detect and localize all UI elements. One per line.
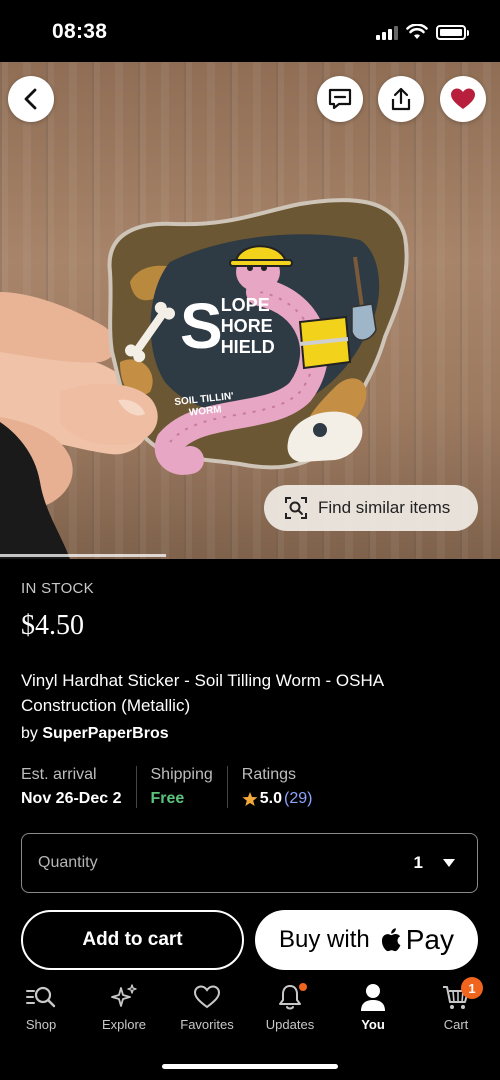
rating-count: (29) — [284, 790, 313, 807]
wifi-icon — [406, 24, 428, 39]
shipping-label: Shipping — [150, 766, 213, 783]
chevron-left-icon — [24, 88, 37, 110]
visual-search-icon — [285, 497, 307, 519]
star-icon — [242, 792, 258, 806]
tab-favorites[interactable]: Favorites — [167, 981, 247, 1032]
status-icons — [376, 24, 469, 40]
back-button[interactable] — [8, 76, 54, 122]
seller-line: by SuperPaperBros — [21, 725, 169, 743]
cart-count-badge: 1 — [461, 977, 483, 999]
sticker-logo-text: S LOPE HORE HIELD — [180, 294, 275, 358]
status-time: 08:38 — [52, 20, 108, 43]
quantity-value: 1 — [413, 853, 423, 872]
seller-name-link[interactable]: SuperPaperBros — [42, 725, 168, 742]
sticker-word-hield: HIELD — [220, 336, 275, 357]
status-bar: 08:38 — [0, 0, 500, 62]
heart-filled-icon — [451, 88, 475, 109]
arrival-label: Est. arrival — [21, 766, 97, 783]
share-button[interactable] — [378, 76, 424, 122]
sticker-word-lope: LOPE — [220, 294, 270, 315]
tab-updates[interactable]: Updates — [250, 981, 330, 1032]
heart-icon — [193, 985, 221, 1009]
ratings-info[interactable]: Ratings 5.0 (29) — [226, 766, 327, 808]
seller-prefix: by — [21, 725, 43, 742]
battery-icon — [436, 24, 469, 40]
updates-notification-dot — [299, 983, 307, 991]
quantity-label: Quantity — [38, 854, 98, 871]
add-to-cart-button[interactable]: Add to cart — [21, 910, 244, 970]
info-columns: Est. arrival Nov 26-Dec 2 Shipping Free … — [21, 766, 326, 808]
product-title: Vinyl Hardhat Sticker - Soil Tilling Wor… — [21, 671, 384, 715]
message-icon — [328, 88, 352, 110]
tab-updates-label: Updates — [265, 1017, 315, 1032]
cellular-signal-icon — [376, 24, 398, 40]
quantity-select[interactable]: Quantity 1 — [21, 833, 478, 893]
tab-you[interactable]: You — [333, 981, 413, 1032]
pay-label: Pay — [405, 924, 454, 955]
product-image[interactable]: S LOPE HORE HIELD SOIL TILLIN' WORM Find… — [0, 62, 500, 559]
bottom-tab-bar: Shop Explore Favorites Updates You 1 Car… — [0, 975, 500, 1080]
find-similar-button[interactable]: Find similar items — [264, 485, 478, 531]
tab-shop[interactable]: Shop — [1, 981, 81, 1032]
shipping-info[interactable]: Shipping Free — [135, 766, 227, 808]
sparkle-icon — [111, 984, 137, 1007]
rating-value: 5.0 — [259, 790, 283, 807]
buy-with-apple-pay-button[interactable]: Buy with Pay — [255, 910, 478, 970]
search-icon — [26, 986, 56, 1008]
stock-status: IN STOCK — [21, 580, 94, 597]
buy-with-label: Buy with — [279, 926, 370, 953]
message-seller-button[interactable] — [317, 76, 363, 122]
tab-you-label: You — [361, 1017, 385, 1032]
tab-shop-label: Shop — [25, 1017, 57, 1032]
shipping-value: Free — [150, 790, 185, 807]
share-icon — [391, 87, 411, 111]
tab-favorites-label: Favorites — [180, 1017, 234, 1032]
caret-down-icon — [443, 859, 455, 867]
tab-explore-label: Explore — [101, 1017, 147, 1032]
apple-logo-icon — [381, 928, 401, 952]
favorite-button[interactable] — [440, 76, 486, 122]
arrival-value: Nov 26-Dec 2 — [21, 790, 122, 807]
arrival-info: Est. arrival Nov 26-Dec 2 — [21, 766, 136, 808]
ratings-label: Ratings — [241, 766, 297, 783]
tab-cart[interactable]: 1 Cart — [416, 977, 496, 1032]
tab-cart-label: Cart — [443, 1017, 469, 1032]
person-icon — [361, 984, 385, 1011]
ratings-value-row: 5.0 (29) — [242, 790, 313, 808]
find-similar-label: Find similar items — [318, 498, 451, 517]
home-indicator[interactable] — [162, 1064, 338, 1069]
sticker-big-s: S — [180, 290, 223, 362]
product-price: $4.50 — [21, 610, 84, 641]
image-carousel-indicator — [0, 554, 166, 557]
sticker-word-hore: HORE — [220, 315, 273, 336]
tab-explore[interactable]: Explore — [84, 981, 164, 1032]
